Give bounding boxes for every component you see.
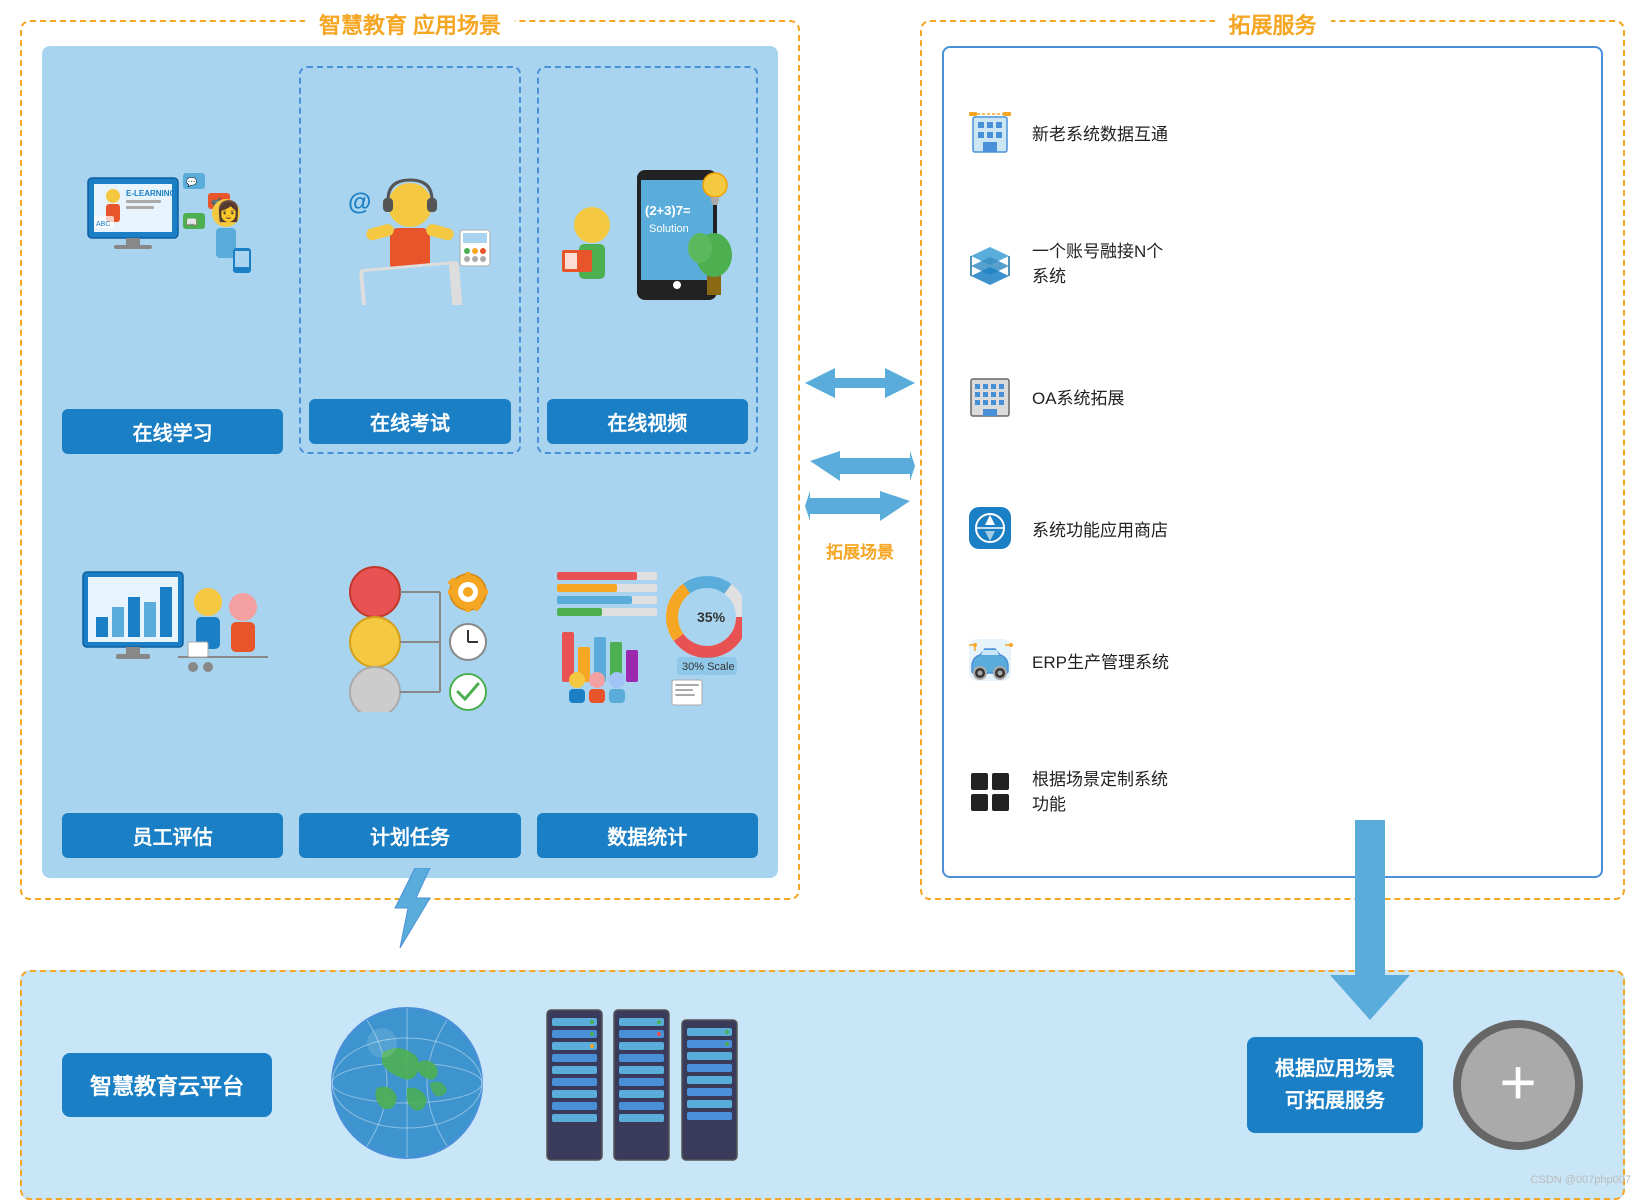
illus-online-learning: E-LEARNING ABC 💬 📹 📖 bbox=[62, 66, 283, 399]
scene-card-plan-task: 计划任务 bbox=[299, 470, 520, 858]
platform-label: 智慧教育云平台 bbox=[62, 1053, 272, 1117]
service-text-erp-system: ERP生产管理系统 bbox=[1032, 648, 1169, 673]
scene-label-online-video: 在线视频 bbox=[547, 399, 748, 444]
svg-text:E-LEARNING: E-LEARNING bbox=[126, 189, 176, 198]
expand-scene-label: 拓展场景 bbox=[826, 538, 894, 563]
service-text-account-fusion: 一个账号融接N个 系统 bbox=[1032, 239, 1163, 290]
large-vertical-arrow bbox=[1330, 820, 1410, 1020]
svg-text:(2+3)7=: (2+3)7= bbox=[645, 203, 691, 218]
svg-text:👩: 👩 bbox=[216, 199, 241, 223]
horizontal-arrows bbox=[805, 358, 915, 438]
svg-text:35%: 35% bbox=[697, 609, 726, 625]
building-icon bbox=[964, 106, 1016, 158]
service-text-data-interop: 新老系统数据互通 bbox=[1032, 120, 1168, 145]
svg-text:ABC: ABC bbox=[96, 221, 110, 228]
service-text-oa-expand: OA系统拓展 bbox=[1032, 384, 1125, 409]
right-panel-title: 拓展服务 bbox=[1214, 6, 1330, 42]
scene-card-online-exam: @ 在线考试 bbox=[299, 66, 520, 454]
expand-service-button[interactable]: 根据应用场景 可拓展服务 bbox=[1247, 1037, 1423, 1133]
scene-label-online-learning: 在线学习 bbox=[62, 409, 283, 454]
server-racks bbox=[542, 1000, 742, 1170]
right-panel: 拓展服务 bbox=[920, 20, 1625, 900]
svg-text:30% Scale: 30% Scale bbox=[682, 661, 735, 673]
plus-circle: + bbox=[1453, 1020, 1583, 1150]
illus-online-exam: @ bbox=[309, 76, 510, 389]
plus-icon: + bbox=[1499, 1050, 1536, 1114]
service-item-oa-expand: OA系统拓展 bbox=[964, 370, 1581, 422]
service-item-erp-system: ERP生产管理系统 bbox=[964, 634, 1581, 686]
left-panel-title: 智慧教育 应用场景 bbox=[305, 6, 515, 42]
illus-employee-eval bbox=[62, 470, 283, 803]
service-item-custom-function: 根据场景定制系统 功能 bbox=[964, 766, 1581, 818]
illus-data-stats: 35% 30% Scale bbox=[537, 470, 758, 803]
lightning-bolt bbox=[380, 868, 440, 953]
globe-illustration bbox=[322, 998, 492, 1173]
middle-arrows: 拓展场景 bbox=[800, 20, 920, 900]
scene-label-employee-eval: 员工评估 bbox=[62, 813, 283, 858]
service-text-custom-function: 根据场景定制系统 功能 bbox=[1032, 767, 1168, 818]
svg-text:@: @ bbox=[348, 189, 371, 216]
scene-label-online-exam: 在线考试 bbox=[309, 399, 510, 444]
watermark: CSDN @007php007 bbox=[1531, 1174, 1631, 1186]
app-store-icon bbox=[964, 502, 1016, 554]
left-panel: 智慧教育 应用场景 E bbox=[20, 20, 800, 900]
car-circuit-icon bbox=[964, 634, 1016, 686]
service-text-app-store: 系统功能应用商店 bbox=[1032, 516, 1168, 541]
svg-text:📖: 📖 bbox=[186, 217, 197, 227]
service-item-data-interop: 新老系统数据互通 bbox=[964, 106, 1581, 158]
scene-card-employee-eval: 员工评估 bbox=[62, 470, 283, 858]
office-building-icon bbox=[964, 370, 1016, 422]
scene-card-online-video: (2+3)7= Solution bbox=[537, 66, 758, 454]
services-box: 新老系统数据互通 bbox=[942, 46, 1603, 878]
svg-text:Solution: Solution bbox=[649, 223, 689, 235]
illus-plan-task bbox=[299, 470, 520, 803]
scene-label-plan-task: 计划任务 bbox=[299, 813, 520, 858]
scene-label-data-stats: 数据统计 bbox=[537, 813, 758, 858]
service-item-app-store: 系统功能应用商店 bbox=[964, 502, 1581, 554]
layers-icon bbox=[964, 238, 1016, 290]
svg-text:💬: 💬 bbox=[186, 176, 197, 187]
scene-card-data-stats: 35% 30% Scale bbox=[537, 470, 758, 858]
service-item-account-fusion: 一个账号融接N个 系统 bbox=[964, 238, 1581, 290]
scene-card-online-learning: E-LEARNING ABC 💬 📹 📖 bbox=[62, 66, 283, 454]
grid-icon bbox=[964, 766, 1016, 818]
scenes-grid: E-LEARNING ABC 💬 📹 📖 bbox=[42, 46, 778, 878]
illus-online-video: (2+3)7= Solution bbox=[547, 76, 748, 389]
